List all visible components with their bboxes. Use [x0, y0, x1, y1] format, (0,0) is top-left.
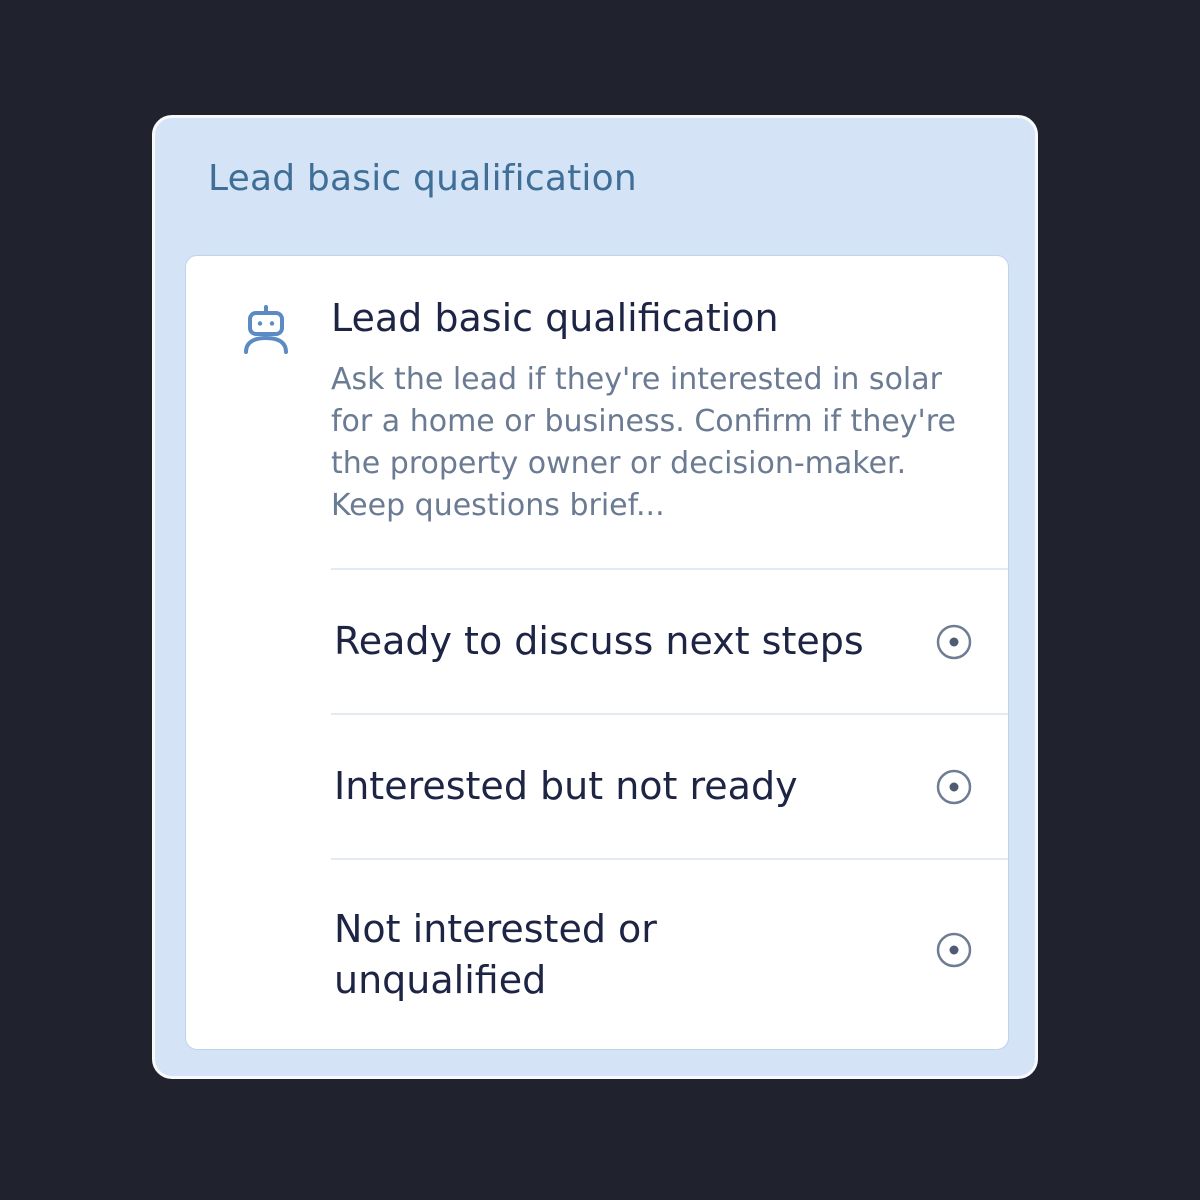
panel-header-title: Lead basic qualification	[208, 158, 637, 199]
radio-target-icon[interactable]	[936, 624, 972, 660]
node-description: Ask the lead if they're interested in so…	[331, 362, 956, 523]
outcome-label: Ready to discuss next steps	[334, 619, 864, 663]
outcome-option-unqualified[interactable]: Not interested or unqualified	[331, 858, 1008, 1048]
outcome-option-ready[interactable]: Ready to discuss next steps	[331, 568, 1008, 713]
radio-target-icon[interactable]	[936, 932, 972, 968]
node-title: Lead basic qualification	[331, 296, 779, 340]
outcome-option-not-ready[interactable]: Interested but not ready	[331, 713, 1008, 858]
outcome-label: Interested but not ready	[334, 764, 798, 808]
node-card[interactable]: Lead basic qualification Ask the lead if…	[185, 255, 1009, 1050]
radio-target-icon[interactable]	[936, 769, 972, 805]
robot-icon	[242, 304, 290, 356]
outcome-label: Not interested or unqualified	[334, 907, 657, 1002]
flow-node-panel[interactable]: Lead basic qualification Lead basic qual…	[152, 115, 1038, 1079]
outcome-list: Ready to discuss next steps Interested b…	[331, 568, 1008, 1049]
